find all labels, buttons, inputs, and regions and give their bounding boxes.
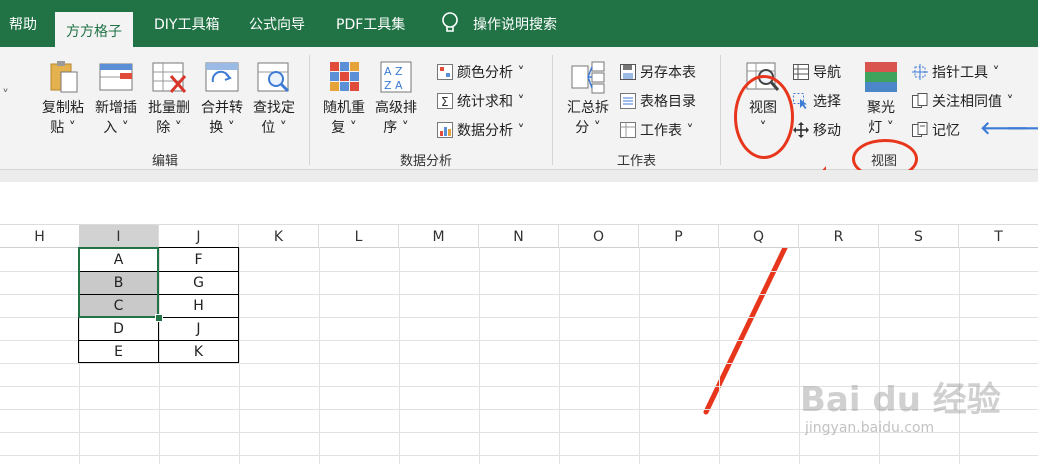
ribbon-divider	[0, 170, 1038, 182]
pointer-tool-icon	[912, 64, 928, 80]
column-header-j[interactable]: J	[159, 225, 239, 248]
table-cell[interactable]: E	[79, 341, 158, 363]
arrow-right-icon[interactable]: 🡒	[1006, 118, 1038, 139]
advanced-sort-button[interactable]: A ZZ A 高级排 序 ˅	[370, 60, 422, 138]
save-sheet-button[interactable]: 另存本表	[620, 62, 696, 82]
formula-bar[interactable]	[0, 182, 1038, 225]
svg-text:A Z: A Z	[384, 65, 403, 78]
column-header-m[interactable]: M	[399, 225, 479, 248]
select-button[interactable]: 选择	[793, 91, 841, 111]
paste-button[interactable]: 复制粘 贴 ˅	[38, 60, 88, 138]
table-cell[interactable]: A	[79, 249, 158, 271]
sheet-directory-button[interactable]: 表格目录	[620, 91, 696, 111]
column-header-k[interactable]: K	[239, 225, 319, 248]
column-header-s[interactable]: S	[879, 225, 959, 248]
tab-fangfang[interactable]: 方方格子	[55, 12, 133, 47]
table-cell[interactable]: F	[159, 249, 238, 271]
column-header-i[interactable]: I	[79, 225, 159, 249]
random-icon	[326, 60, 362, 94]
tell-me-search[interactable]: 操作说明搜索	[473, 0, 557, 47]
group-label-analysis: 数据分析	[400, 154, 453, 169]
insert-button[interactable]: 新增插 入 ˅	[90, 60, 142, 138]
cursor-icon	[793, 93, 809, 109]
group-label-sheet: 工作表	[617, 154, 657, 169]
stat-sum-button[interactable]: Σ 统计求和 ˅	[437, 91, 524, 111]
merge-icon	[204, 60, 240, 94]
insert-icon	[98, 60, 134, 94]
table-cell[interactable]: H	[159, 295, 238, 317]
table-cell[interactable]: G	[159, 272, 238, 294]
split-icon	[570, 60, 606, 94]
svg-text:Σ: Σ	[441, 95, 449, 109]
data-analysis-button[interactable]: 数据分析 ˅	[437, 120, 524, 140]
column-header-h[interactable]: H	[0, 225, 80, 248]
find-locate-button[interactable]: 查找定 位 ˅	[248, 60, 300, 138]
pointer-tool-button[interactable]: 指针工具 ˅	[912, 62, 999, 82]
move-arrows-icon	[793, 122, 809, 138]
merge-convert-button[interactable]: 合并转 换 ˅	[196, 60, 248, 138]
save-icon	[620, 64, 636, 80]
annotation-circle-view-button	[734, 75, 794, 159]
lightbulb-icon[interactable]	[438, 0, 462, 47]
ribbon-separator	[309, 55, 310, 165]
column-header-p[interactable]: P	[639, 225, 719, 248]
chevron-down-icon[interactable]: ˅	[2, 88, 9, 104]
ribbon-separator	[552, 55, 553, 165]
tab-diy-toolbox[interactable]: DIY工具箱	[154, 0, 219, 47]
sum-icon: Σ	[437, 93, 453, 109]
directory-icon	[620, 93, 636, 109]
navigate-grid-icon	[793, 64, 809, 80]
same-value-icon	[912, 93, 928, 109]
watermark-logo: Bai du 经验	[800, 380, 1001, 420]
memory-button[interactable]: 记忆	[912, 120, 960, 140]
tab-help[interactable]: 帮助	[9, 0, 37, 47]
watch-same-value-button[interactable]: 关注相同值 ˅	[912, 91, 1013, 111]
worksheet-icon	[620, 122, 636, 138]
color-grid-icon	[437, 64, 453, 80]
column-header-o[interactable]: O	[559, 225, 639, 248]
table-cell[interactable]: D	[79, 318, 158, 340]
sort-icon: A ZZ A	[378, 60, 414, 94]
color-analysis-button[interactable]: 颜色分析 ˅	[437, 62, 524, 82]
batch-delete-button[interactable]: 批量删 除 ˅	[143, 60, 195, 138]
watermark-url: jingyan.baidu.com	[805, 420, 935, 436]
worksheet-menu-button[interactable]: 工作表 ˅	[620, 120, 693, 140]
data-analysis-icon	[437, 122, 453, 138]
column-header-t[interactable]: T	[959, 225, 1038, 248]
svg-text:Z A: Z A	[384, 79, 403, 92]
column-header-q[interactable]: Q	[719, 225, 799, 248]
table-cell[interactable]: C	[79, 295, 158, 317]
column-header-l[interactable]: L	[319, 225, 399, 248]
paste-icon	[45, 60, 81, 94]
find-icon	[256, 60, 292, 94]
ribbon-tab-bar: 帮助 方方格子 DIY工具箱 公式向导 PDF工具集 操作说明搜索	[0, 0, 1038, 47]
delete-icon	[151, 60, 187, 94]
ribbon-separator	[720, 55, 721, 165]
random-repeat-button[interactable]: 随机重 复 ˅	[318, 60, 370, 138]
move-button[interactable]: 移动	[793, 120, 841, 140]
spotlight-button[interactable]: 聚光 灯 ˅	[859, 60, 903, 138]
tab-formula-wizard[interactable]: 公式向导	[249, 0, 305, 47]
navigate-button[interactable]: 导航	[793, 62, 841, 82]
column-header-n[interactable]: N	[479, 225, 559, 248]
table-cell[interactable]: K	[159, 341, 238, 363]
summary-split-button[interactable]: 汇总拆 分 ˅	[562, 60, 614, 138]
table-cell[interactable]: J	[159, 318, 238, 340]
group-label-edit: 编辑	[152, 154, 179, 169]
table-cell[interactable]: B	[79, 272, 158, 294]
column-header-r[interactable]: R	[799, 225, 879, 248]
memory-icon	[912, 122, 928, 138]
spotlight-icon	[863, 60, 899, 94]
tab-pdf-tools[interactable]: PDF工具集	[336, 0, 405, 47]
